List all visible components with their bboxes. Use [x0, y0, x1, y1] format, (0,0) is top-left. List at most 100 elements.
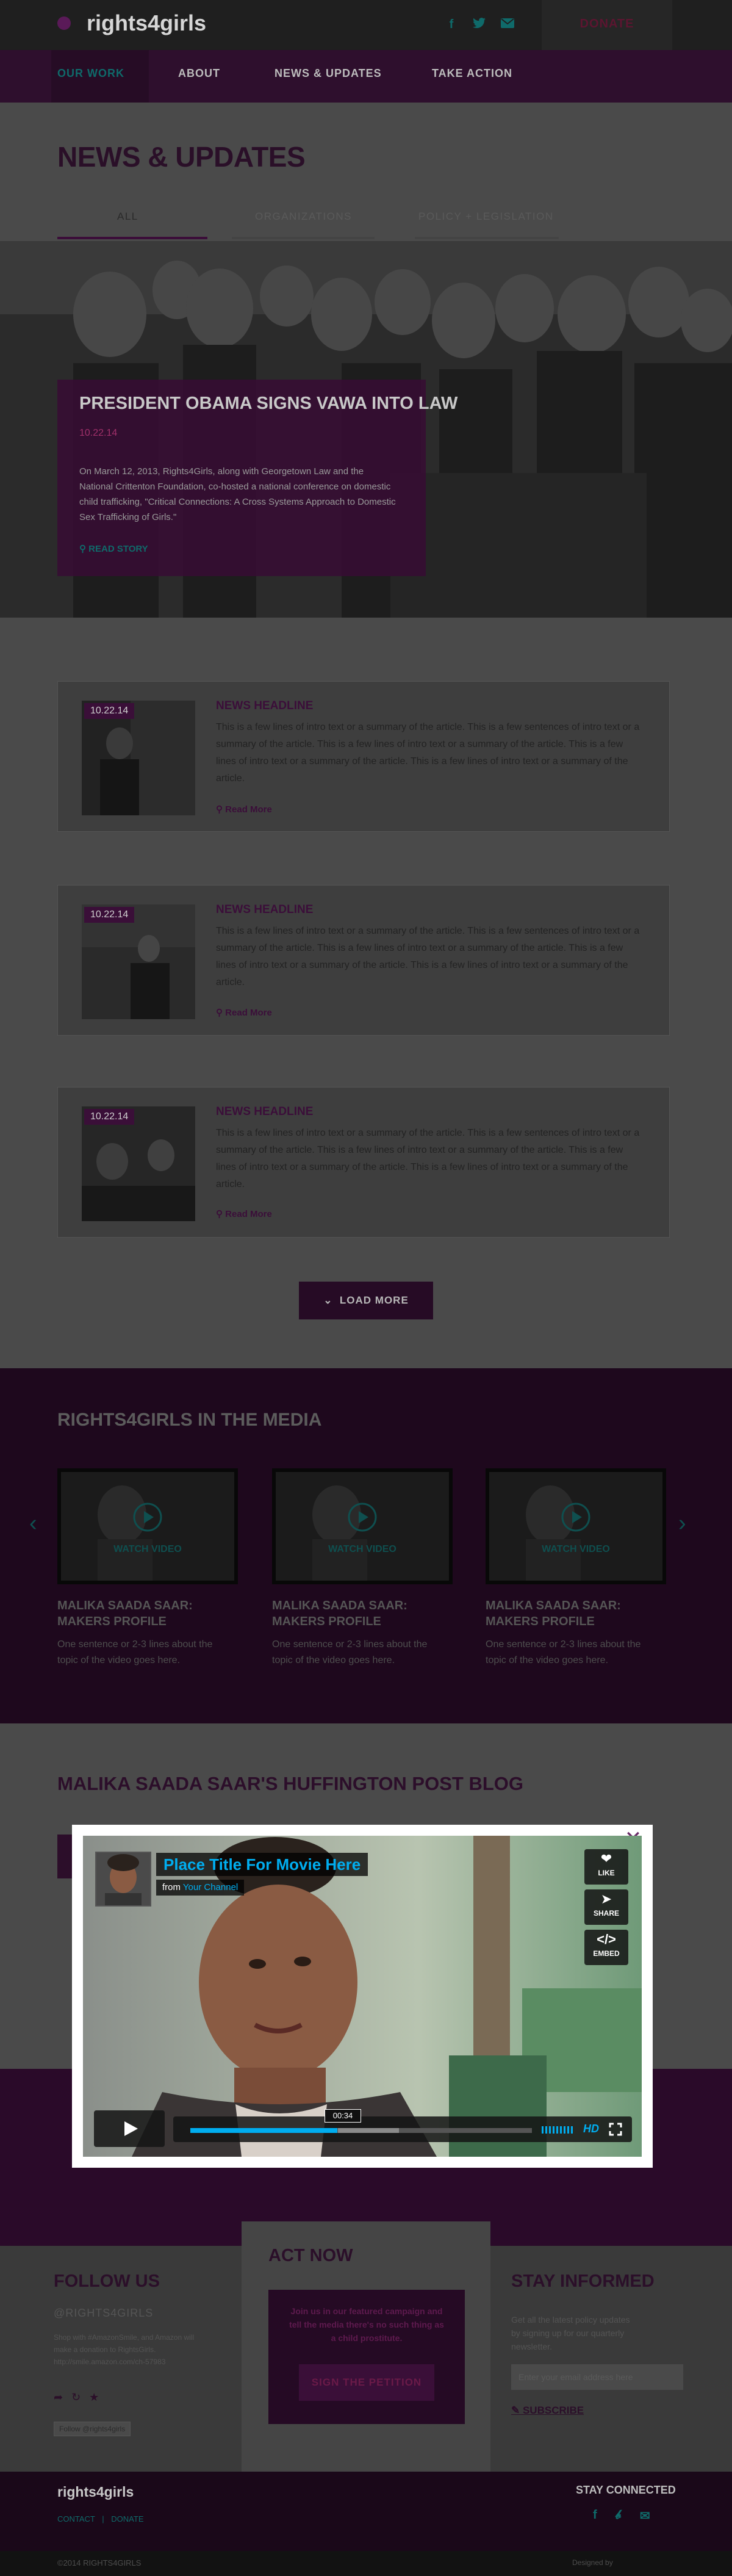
search-icon: ⚲: [216, 1008, 223, 1018]
watch-video-label[interactable]: WATCH VIDEO: [489, 1544, 662, 1555]
hero-date: 10.22.14: [79, 428, 118, 438]
video-thumbnail[interactable]: [57, 1468, 238, 1584]
huffpost-title: MALIKA SAADA SAAR'S HUFFINGTON POST BLOG: [57, 1773, 523, 1794]
video-from: from Your Channel: [156, 1880, 245, 1896]
video-title[interactable]: MAKERS PROFILE: [272, 1614, 381, 1629]
search-icon: ⚲: [216, 804, 223, 815]
hero-title[interactable]: PRESIDENT OBAMA SIGNS VAWA INTO LAW: [79, 394, 458, 414]
facebook-icon[interactable]: f: [593, 2508, 597, 2524]
video-thumbnail[interactable]: [486, 1468, 666, 1584]
act-now-text: Join us in our featured campaign and tel…: [289, 2306, 444, 2343]
channel-link[interactable]: Your Channel: [183, 1882, 238, 1892]
video-description: One sentence or 2-3 lines about the topi…: [486, 1639, 641, 1665]
read-more-link[interactable]: ⚲ Read More: [216, 1007, 272, 1018]
code-icon: </>: [597, 1932, 616, 1947]
tab-underline: [415, 237, 559, 239]
date-badge: 10.22.14: [84, 703, 135, 719]
share-button[interactable]: ➤ SHARE: [584, 1889, 628, 1925]
progress-fill: [190, 2128, 337, 2133]
logo-icon: [57, 16, 71, 30]
channel-avatar[interactable]: [95, 1852, 151, 1907]
media-title: RIGHTS4GIRLS IN THE MEDIA: [57, 1410, 322, 1430]
page-title: NEWS & UPDATES: [57, 141, 306, 173]
email-icon[interactable]: [500, 17, 515, 32]
card-headline[interactable]: NEWS HEADLINE: [216, 1105, 313, 1119]
stay-informed-title: STAY INFORMED: [511, 2271, 655, 2291]
stay-informed-text: Get all the latest policy updates by sig…: [511, 2315, 630, 2351]
video-title[interactable]: MALIKA SAADA SAAR:: [272, 1598, 407, 1614]
stay-connected-title: STAY CONNECTED: [576, 2484, 676, 2496]
video-title[interactable]: MAKERS PROFILE: [486, 1614, 595, 1629]
card-summary: This is a few lines of intro text or a s…: [216, 722, 640, 784]
progress-buffer: [338, 2128, 399, 2133]
nav-take-action[interactable]: TAKE ACTION: [432, 67, 512, 80]
twitter-icon[interactable]: 𝓫: [615, 2508, 622, 2524]
search-icon: ⚲: [79, 544, 86, 554]
chevron-down-icon: ⌄: [323, 1294, 333, 1306]
tweet-actions[interactable]: ➦↻★: [54, 2391, 107, 2404]
nav-about[interactable]: ABOUT: [178, 67, 220, 80]
card-headline[interactable]: NEWS HEADLINE: [216, 903, 313, 917]
watch-video-label[interactable]: WATCH VIDEO: [61, 1544, 234, 1555]
hd-toggle[interactable]: HD: [583, 2123, 599, 2135]
share-icon: ➤: [600, 1891, 612, 1907]
nav-news-updates[interactable]: NEWS & UPDATES: [274, 67, 382, 80]
follow-twitter-button[interactable]: Follow @rights4girls: [54, 2422, 131, 2436]
card-summary: This is a few lines of intro text or a s…: [216, 1128, 640, 1189]
read-more-link[interactable]: ⚲ Read More: [216, 804, 272, 815]
video-title-overlay[interactable]: Place Title For Movie Here: [156, 1853, 368, 1876]
date-badge: 10.22.14: [84, 907, 135, 923]
twitter-handle[interactable]: @RIGHTS4GIRLS: [54, 2307, 153, 2320]
time-indicator: 00:34: [325, 2109, 361, 2123]
play-icon: [124, 2121, 138, 2136]
like-button[interactable]: ❤ LIKE: [584, 1849, 628, 1885]
chevron-right-icon[interactable]: ›: [678, 1510, 686, 1537]
donate-button[interactable]: DONATE: [542, 0, 672, 50]
chevron-left-icon[interactable]: ‹: [29, 1510, 37, 1537]
subscribe-link[interactable]: ✎ SUBSCRIBE: [511, 2405, 584, 2417]
designer-credit: Designed by: [572, 2558, 613, 2567]
video-title[interactable]: MALIKA SAADA SAAR:: [57, 1598, 193, 1614]
follow-us-title: FOLLOW US: [54, 2271, 160, 2291]
card-summary: This is a few lines of intro text or a s…: [216, 926, 640, 987]
footer-logo[interactable]: rights4girls: [57, 2484, 134, 2500]
copyright-text: ©2014 RIGHTS4GIRLS: [57, 2558, 142, 2567]
footer-links: CONTACT | DONATE: [57, 2514, 144, 2524]
social-links: f: [444, 17, 515, 32]
site-logo[interactable]: rights4girls: [87, 10, 206, 36]
email-field[interactable]: Enter your email address here: [511, 2364, 683, 2390]
volume-icon[interactable]: [542, 2124, 575, 2135]
read-story-link[interactable]: ⚲ READ STORY: [79, 543, 148, 554]
tab-underline-active: [57, 237, 207, 239]
email-icon[interactable]: ✉: [640, 2508, 650, 2524]
date-badge: 10.22.14: [84, 1109, 135, 1125]
act-now-title: ACT NOW: [268, 2246, 353, 2265]
sign-petition-button[interactable]: SIGN THE PETITION: [299, 2364, 434, 2401]
watch-video-label[interactable]: WATCH VIDEO: [276, 1544, 449, 1555]
video-title[interactable]: MAKERS PROFILE: [57, 1614, 167, 1629]
video-title[interactable]: MALIKA SAADA SAAR:: [486, 1598, 621, 1614]
read-more-link[interactable]: ⚲ Read More: [216, 1208, 272, 1219]
tab-organizations[interactable]: ORGANIZATIONS: [255, 211, 352, 223]
donate-link[interactable]: DONATE: [111, 2514, 143, 2524]
card-headline[interactable]: NEWS HEADLINE: [216, 699, 313, 713]
video-description: One sentence or 2-3 lines about the topi…: [272, 1639, 428, 1665]
hero-summary: On March 12, 2013, Rights4Girls, along w…: [79, 466, 396, 522]
heart-icon: ❤: [600, 1851, 612, 1866]
facebook-icon[interactable]: f: [444, 17, 459, 32]
tab-all[interactable]: ALL: [117, 211, 138, 223]
load-more-button[interactable]: ⌄ LOAD MORE: [299, 1282, 433, 1319]
nav-our-work[interactable]: OUR WORK: [57, 67, 124, 80]
twitter-icon[interactable]: [472, 17, 487, 32]
footer-social-links: f 𝓫 ✉: [593, 2508, 650, 2524]
fullscreen-icon[interactable]: [609, 2123, 622, 2136]
contact-link[interactable]: CONTACT: [57, 2514, 95, 2524]
tab-underline: [232, 237, 375, 239]
search-icon: ⚲: [216, 1209, 223, 1219]
video-thumbnail[interactable]: [272, 1468, 453, 1584]
play-button[interactable]: [94, 2110, 165, 2147]
embed-button[interactable]: </> EMBED: [584, 1930, 628, 1965]
tweet-text: Shop with #AmazonSmile, and Amazon will …: [54, 2333, 195, 2366]
tab-policy-legislation[interactable]: POLICY + LEGISLATION: [418, 211, 554, 223]
video-description: One sentence or 2-3 lines about the topi…: [57, 1639, 213, 1665]
